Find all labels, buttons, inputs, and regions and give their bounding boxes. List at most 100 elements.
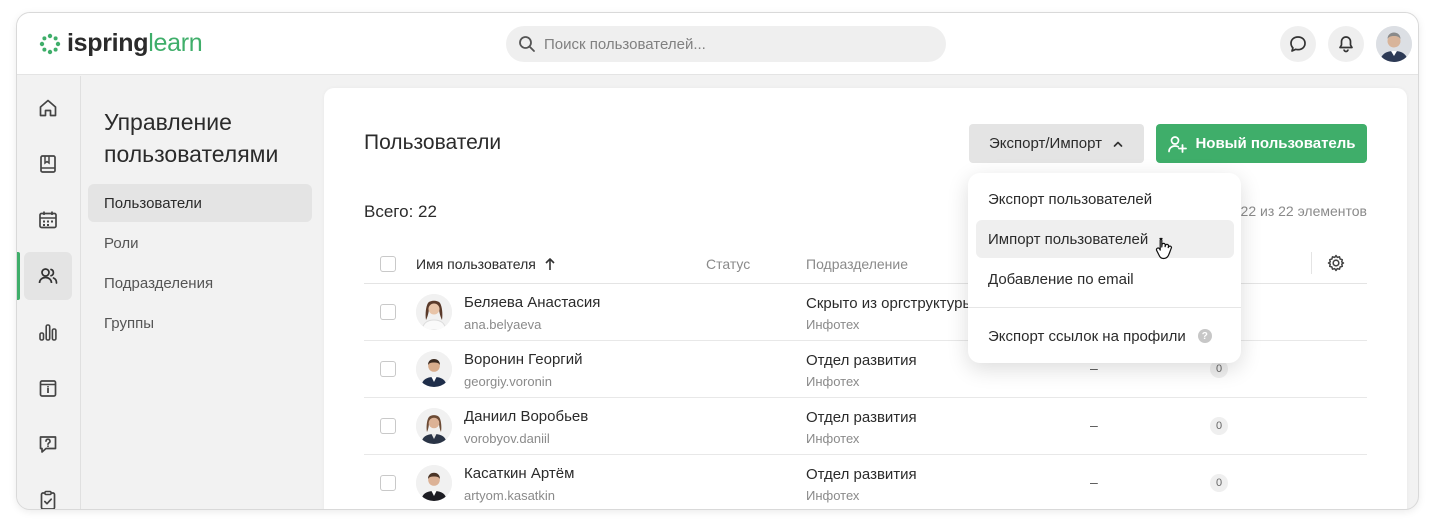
profile-avatar[interactable]: [1376, 26, 1412, 62]
home-icon: [39, 99, 57, 117]
menu-item-import-users[interactable]: Импорт пользователей: [976, 220, 1234, 258]
book-icon: [40, 155, 56, 173]
main-panel: Пользователи Экспорт/Импорт Новый пользо…: [324, 88, 1407, 509]
column-header-status[interactable]: Статус: [706, 256, 750, 272]
info-card-icon: [39, 380, 57, 397]
column-separator: [1311, 252, 1312, 274]
row-checkbox[interactable]: [380, 475, 396, 491]
ispring-logo-icon: [39, 33, 61, 54]
add-user-icon: [1168, 135, 1188, 153]
column-header-department[interactable]: Подразделение: [806, 256, 908, 272]
rail-users[interactable]: [24, 252, 72, 300]
notifications-button[interactable]: [1328, 26, 1364, 62]
rail-help[interactable]: [24, 420, 72, 468]
user-extra-value: –: [1090, 417, 1098, 433]
help-icon[interactable]: ?: [1197, 329, 1212, 343]
new-user-button[interactable]: Новый пользователь: [1156, 124, 1367, 163]
table-row[interactable]: Даниил Воробьев vorobyov.daniil Отдел ра…: [364, 398, 1367, 455]
user-photo-icon: [416, 465, 452, 501]
page-title: Пользователи: [364, 131, 502, 154]
rail-active-indicator: [17, 252, 20, 300]
menu-item-label: Импорт пользователей: [988, 230, 1149, 248]
rail-tasks[interactable]: [24, 476, 72, 509]
chat-icon: [1290, 36, 1306, 52]
hand-cursor-icon: [1155, 237, 1173, 260]
section-item-label: Подразделения: [104, 274, 214, 292]
count-badge: 0: [1210, 417, 1228, 435]
question-icon: [39, 436, 57, 453]
search-icon: [519, 36, 535, 52]
menu-item-export-profile-links[interactable]: Экспорт ссылок на профили ?: [976, 317, 1234, 355]
user-department: Отдел развития: [806, 352, 917, 369]
user-organization: Инфотех: [806, 374, 860, 389]
user-avatar: [416, 351, 452, 387]
row-checkbox[interactable]: [380, 361, 396, 377]
gear-icon[interactable]: [1326, 253, 1346, 273]
user-photo-icon: [416, 351, 452, 387]
section-item-groups[interactable]: Группы: [88, 304, 312, 342]
search-input[interactable]: [544, 35, 924, 53]
search-box[interactable]: [506, 26, 946, 62]
column-header-label: Имя пользователя: [416, 256, 536, 272]
user-extra-value: –: [1090, 474, 1098, 490]
new-user-label: Новый пользователь: [1195, 135, 1356, 152]
user-login: artyom.kasatkin: [464, 488, 556, 503]
menu-divider: [968, 307, 1241, 308]
total-count: Всего: 22: [364, 202, 437, 221]
menu-item-add-by-email[interactable]: Добавление по email: [976, 260, 1234, 298]
section-item-label: Роли: [104, 234, 139, 252]
menu-item-label: Добавление по email: [988, 270, 1134, 288]
user-name[interactable]: Касаткин Артём: [464, 465, 574, 482]
user-name[interactable]: Беляева Анастасия: [464, 294, 600, 311]
logo-text: ispringlearn: [67, 29, 203, 57]
chat-button[interactable]: [1280, 26, 1316, 62]
export-import-button[interactable]: Экспорт/Импорт: [969, 124, 1144, 163]
user-name[interactable]: Даниил Воробьев: [464, 408, 588, 425]
pager-info: 22 из 22 элементов: [1240, 203, 1367, 219]
rail-info[interactable]: [24, 364, 72, 412]
user-photo-icon: [1376, 26, 1412, 62]
column-header-name[interactable]: Имя пользователя: [416, 256, 556, 272]
rail-calendar[interactable]: [24, 196, 72, 244]
user-avatar: [416, 294, 452, 330]
user-organization: Инфотех: [806, 317, 860, 332]
user-organization: Инфотех: [806, 431, 860, 446]
user-department: Отдел развития: [806, 466, 917, 483]
user-department: Скрыто из оргструктуры: [806, 295, 974, 312]
table-row[interactable]: Касаткин Артём artyom.kasatkin Отдел раз…: [364, 455, 1367, 509]
section-item-label: Группы: [104, 314, 154, 332]
section-title: Управление пользователями: [104, 109, 279, 167]
user-photo-icon: [416, 294, 452, 330]
user-photo-icon: [416, 408, 452, 444]
menu-item-export-users[interactable]: Экспорт пользователей: [976, 180, 1234, 218]
count-badge: 0: [1210, 474, 1228, 492]
row-checkbox[interactable]: [380, 304, 396, 320]
select-all-checkbox[interactable]: [380, 256, 396, 272]
rail-reports[interactable]: [24, 308, 72, 356]
chart-icon: [39, 324, 57, 341]
row-checkbox[interactable]: [380, 418, 396, 434]
section-item-departments[interactable]: Подразделения: [88, 264, 312, 302]
user-name[interactable]: Воронин Георгий: [464, 351, 583, 368]
logo[interactable]: ispringlearn: [39, 29, 203, 58]
export-import-label: Экспорт/Импорт: [989, 135, 1102, 152]
menu-item-label: Экспорт пользователей: [988, 190, 1153, 208]
top-bar: ispringlearn: [17, 13, 1418, 75]
menu-item-label: Экспорт ссылок на профили: [988, 327, 1186, 345]
section-item-users[interactable]: Пользователи: [88, 184, 312, 222]
rail-home[interactable]: [24, 84, 72, 132]
section-item-label: Пользователи: [104, 194, 202, 212]
user-login: vorobyov.daniil: [464, 431, 550, 446]
export-import-menu: Экспорт пользователей Импорт пользовател…: [968, 173, 1241, 363]
user-login: georgiy.voronin: [464, 374, 552, 389]
clipboard-check-icon: [40, 490, 56, 509]
user-login: ana.belyaeva: [464, 317, 542, 332]
user-avatar: [416, 465, 452, 501]
sort-arrow-up-icon: [545, 258, 555, 270]
icon-rail: [17, 76, 81, 509]
user-avatar: [416, 408, 452, 444]
bell-icon: [1339, 36, 1353, 53]
rail-learning[interactable]: [24, 140, 72, 188]
users-icon: [38, 268, 58, 284]
section-item-roles[interactable]: Роли: [88, 224, 312, 262]
